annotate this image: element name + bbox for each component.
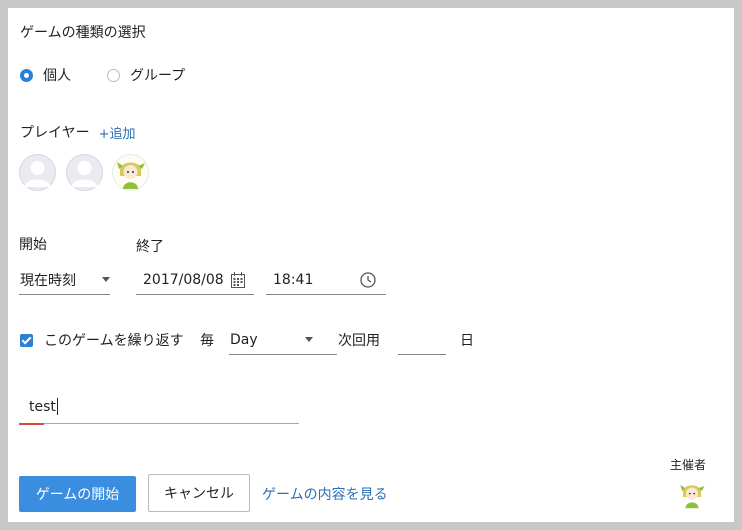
start-label: 開始 [19, 237, 47, 253]
start-select[interactable]: 現在時刻 [19, 265, 110, 295]
radio-label-individual: 個人 [43, 68, 71, 84]
repeat-every-label: 毎 [200, 333, 214, 349]
game-dialog: ゲームの種類の選択 個人 グループ プレイヤー +追加 開始 終了 現在時刻 2… [8, 8, 734, 522]
radio-group[interactable] [107, 68, 120, 82]
end-label: 終了 [136, 239, 164, 255]
radio-individual[interactable] [20, 68, 33, 82]
end-date-value: 2017/08/08 [143, 271, 224, 288]
end-time-field[interactable]: 18:41 [266, 265, 386, 295]
start-game-button[interactable]: ゲームの開始 [19, 476, 136, 512]
radio-label-group: グループ [130, 68, 186, 84]
repeat-checkbox-wrap[interactable] [20, 332, 33, 351]
radio-option-individual[interactable]: 個人 [20, 65, 71, 85]
player-avatar-character[interactable] [112, 154, 149, 191]
end-time-value: 18:41 [273, 271, 314, 288]
end-date-field[interactable]: 2017/08/08 [136, 265, 254, 295]
players-header: プレイヤー +追加 [20, 122, 136, 142]
page-title: ゲームの種類の選択 [20, 25, 146, 41]
chevron-down-icon [305, 337, 313, 342]
repeat-count-input[interactable] [398, 325, 446, 355]
repeat-label: このゲームを繰り返す [44, 333, 184, 349]
player-avatar-placeholder[interactable] [19, 154, 56, 191]
start-select-value: 現在時刻 [20, 272, 76, 289]
game-type-radio-group: 個人 グループ [20, 65, 221, 85]
user-silhouette-icon [19, 154, 56, 191]
player-avatar-placeholder[interactable] [66, 154, 103, 191]
repeat-next-label: 次回用 [338, 333, 380, 349]
game-name-text-wrap: test [29, 398, 58, 415]
input-underline [19, 423, 299, 424]
repeat-unit-value: Day [230, 331, 258, 348]
chevron-down-icon [102, 277, 110, 282]
host-avatar [676, 478, 708, 510]
host-label: 主催者 [670, 458, 707, 472]
repeat-day-label: 日 [460, 333, 474, 349]
text-cursor [56, 398, 58, 415]
character-avatar-icon [112, 154, 149, 191]
view-game-details-link[interactable]: ゲームの内容を見る [262, 484, 388, 504]
clock-icon[interactable] [360, 271, 376, 288]
players-label: プレイヤー [20, 125, 90, 141]
add-player-link[interactable]: +追加 [99, 123, 136, 142]
user-silhouette-icon [66, 154, 103, 191]
repeat-checkbox[interactable] [20, 334, 33, 347]
input-error-indicator [19, 423, 44, 425]
repeat-unit-select[interactable]: Day [229, 325, 337, 355]
character-avatar-icon [680, 484, 705, 509]
cancel-button[interactable]: キャンセル [148, 474, 250, 512]
radio-option-group[interactable]: グループ [107, 65, 185, 85]
game-name-value: test [29, 398, 56, 415]
calendar-icon[interactable] [231, 271, 245, 288]
game-name-input[interactable]: test [19, 394, 299, 425]
